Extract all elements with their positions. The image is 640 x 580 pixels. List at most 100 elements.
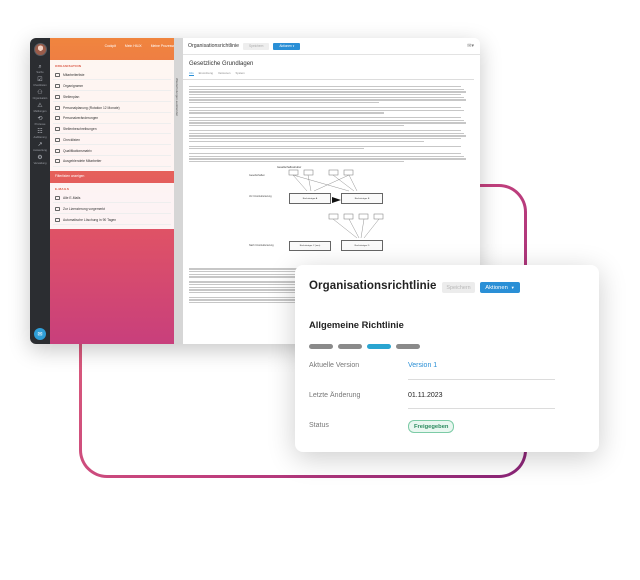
nav-item[interactable]: Ausgeblendete Mitarbeiter	[53, 157, 171, 167]
text-line	[189, 109, 464, 111]
nav-section-title: ORGANISATION	[55, 64, 82, 68]
diagram-box-d: Rechtsträger D	[341, 240, 383, 252]
nav-item-label: Alle E-Mails	[63, 196, 81, 201]
rail-item-label: Meldungen	[33, 110, 47, 113]
rail-item-label: Auswertung	[33, 149, 47, 152]
nav-item[interactable]: Stellenplan	[53, 93, 171, 102]
list-icon	[55, 105, 60, 110]
progress-step	[367, 344, 391, 349]
nav-item[interactable]: Checklisten	[53, 136, 171, 146]
text-line	[189, 148, 365, 150]
nav-collapse-handle[interactable]: Wiederholungen ausblenden	[174, 38, 183, 344]
rail-item[interactable]: ⚠ Meldungen	[33, 103, 48, 113]
chevron-down-icon: ▼	[510, 285, 515, 290]
warning-icon: ⚠	[37, 103, 43, 109]
actions-button[interactable]: Aktionen ▾	[273, 42, 301, 50]
text-line	[189, 135, 467, 137]
nav-item-label: Stellenplan	[63, 94, 80, 99]
nav-section-title: E-MAILS	[55, 187, 70, 192]
text-line	[189, 106, 461, 109]
rail-item[interactable]: ⚙ Verwaltung	[33, 155, 48, 165]
current-version-link[interactable]: Version 1	[408, 362, 437, 369]
list-icon	[55, 196, 60, 201]
row-label-version: Aktuelle Version	[309, 362, 360, 369]
diagram-box-a: Rechtsträger A	[289, 193, 331, 205]
nav-item[interactable]: Personalveränderungen	[53, 114, 171, 124]
tab-system[interactable]: System	[235, 71, 244, 76]
rail-item[interactable]: ↗ Auswertung	[33, 142, 48, 152]
avatar[interactable]	[33, 43, 47, 56]
nav-item[interactable]: Automatische Löschung in 90 Tagen	[53, 216, 171, 225]
nav-item[interactable]: Stellenbeschreibungen	[53, 125, 171, 135]
paragraph	[189, 152, 472, 163]
text-line	[189, 155, 464, 157]
structure-diagram: Gesellschaftsstruktur Gesellschaften Vor…	[189, 166, 472, 262]
card-actions-button[interactable]: Aktionen ▼	[480, 282, 520, 293]
save-button[interactable]: Speichern	[243, 42, 270, 50]
list-icon	[55, 148, 60, 153]
text-line	[189, 88, 464, 90]
text-line	[189, 140, 424, 142]
rail-item-label: Checklisten	[33, 84, 47, 87]
rail-item-label: Auditierung	[33, 136, 47, 139]
nav-link-meine-prozesse[interactable]: Meine Prozesse	[151, 44, 175, 48]
nav-handle-label: Wiederholungen ausblenden	[175, 78, 179, 117]
rail-item-label: Suche	[36, 71, 44, 74]
nav-item-label: Automatische Löschung in 90 Tagen	[63, 217, 117, 222]
actions-label: Aktionen	[279, 44, 292, 48]
rail-item[interactable]: ☑ Checklisten	[33, 77, 48, 87]
nav-item[interactable]: Alle E-Mails	[53, 194, 171, 204]
card-save-button[interactable]: Speichern	[442, 282, 475, 293]
progress-step	[338, 344, 362, 349]
audit-icon: ☷	[37, 129, 43, 135]
nav-item[interactable]: Zur Lizenzierung vorgemerkt	[53, 205, 171, 215]
text-line	[189, 152, 461, 155]
nav-section-organisation: ORGANISATION Mitarbeiterliste Organigramm…	[50, 60, 174, 172]
nav-item-label: Personalplanung (Rotation 12 Monate)	[63, 105, 120, 110]
document-tabs: Info Einordnung Versionen System	[183, 70, 474, 80]
text-line	[189, 138, 461, 140]
nav-item[interactable]: Mitarbeiterliste	[53, 71, 171, 81]
rail-item[interactable]: ⚇ Organisation	[33, 90, 48, 100]
rail-item[interactable]: ⟲ Prozesse	[33, 116, 48, 126]
process-icon: ⟲	[37, 116, 43, 122]
nav-link-mein-hilix[interactable]: Mein HILIX	[125, 44, 142, 48]
rail-item[interactable]: ☷ Auditierung	[33, 129, 48, 139]
paragraph	[189, 145, 472, 150]
status-badge: Freigegeben	[408, 420, 455, 433]
checklist-icon: ☑	[37, 77, 43, 83]
chat-icon[interactable]: ✉	[34, 328, 46, 340]
tab-info[interactable]: Info	[189, 71, 194, 76]
list-icon	[55, 137, 60, 142]
nav-item-label: Stellenbeschreibungen	[63, 127, 97, 132]
row-label-status: Status	[309, 422, 329, 429]
mail-icon[interactable]: ✉▾	[467, 43, 474, 49]
list-icon	[55, 116, 60, 121]
nav-item-label: Zur Lizenzierung vorgemerkt	[63, 207, 105, 211]
tab-einordnung[interactable]: Einordnung	[199, 71, 213, 76]
nav-item-label: Organigramm	[63, 83, 84, 88]
row-divider	[408, 408, 555, 409]
row-label-last-change: Letzte Änderung	[309, 392, 361, 399]
filterlisten-link[interactable]: Filterlisten anzeigen	[50, 171, 183, 181]
diagram-box-c: Rechtsträger C (neu)	[289, 241, 331, 252]
text-line	[189, 86, 461, 88]
search-icon: ⌕	[38, 64, 42, 70]
text-line	[189, 102, 379, 104]
text-line	[189, 94, 461, 96]
list-icon	[55, 73, 60, 78]
nav-item[interactable]: Personalplanung (Rotation 12 Monate)	[53, 103, 171, 113]
nav-section-emails: E-MAILS Alle E-Mails Zur Lizenzierung vor…	[50, 183, 174, 230]
chart-icon: ↗	[37, 142, 43, 148]
text-line	[189, 117, 461, 119]
rail-item[interactable]: ⌕ Suche	[33, 64, 48, 74]
nav-link-cockpit[interactable]: Cockpit	[105, 44, 116, 48]
nav-item[interactable]: Organigramm	[53, 82, 171, 92]
list-icon	[55, 127, 60, 132]
text-line	[189, 91, 467, 93]
tab-versionen[interactable]: Versionen	[218, 71, 230, 76]
rail-item-label: Verwaltung	[33, 162, 47, 165]
nav-item[interactable]: Qualifikationsmatrix	[53, 146, 171, 156]
paragraph	[189, 117, 472, 127]
text-line	[189, 112, 385, 114]
